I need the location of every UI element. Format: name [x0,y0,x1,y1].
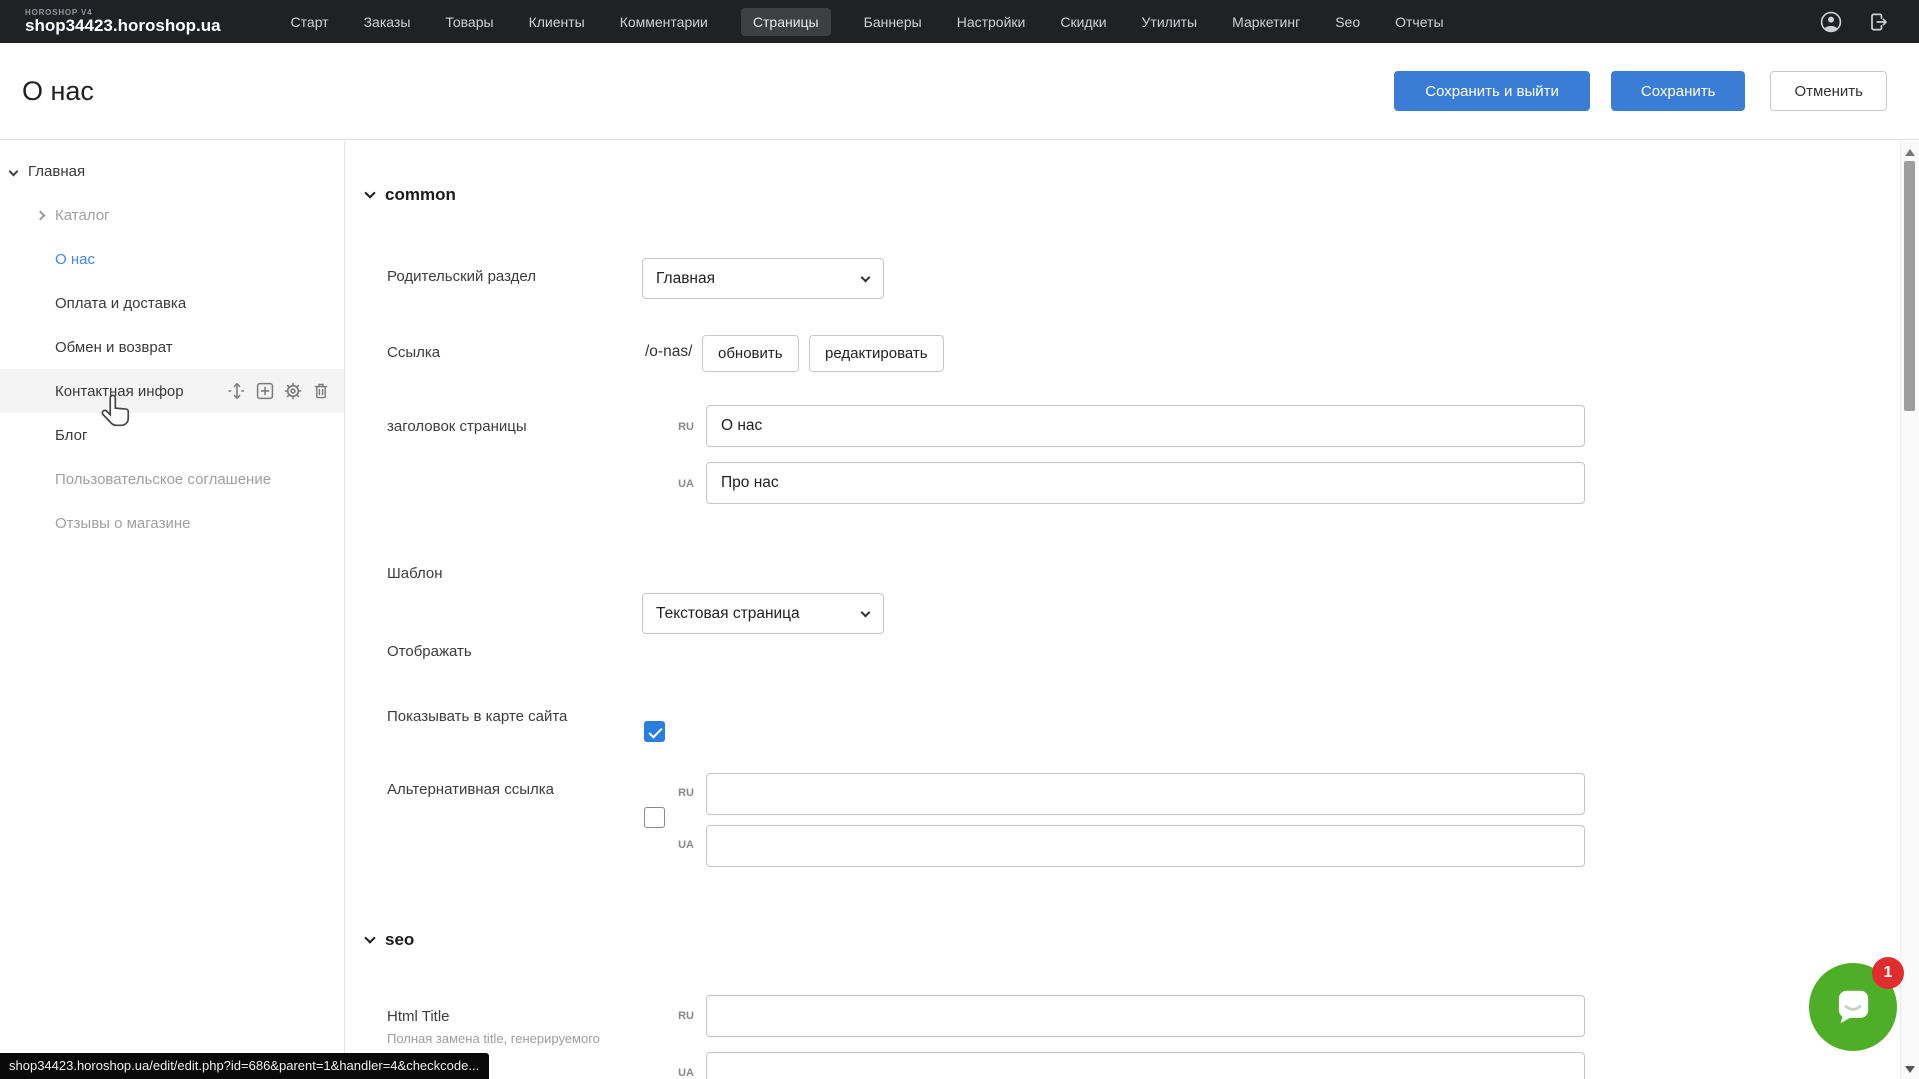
nav-item-marketing[interactable]: Маркетинг [1230,8,1302,36]
nav-item-reports[interactable]: Отчеты [1393,8,1445,36]
html-title-label: Html Title [387,1008,450,1025]
top-navbar: HOROSHOP V4 shop34423.horoshop.ua Старт … [0,0,1919,43]
chevron-down-icon [364,932,375,943]
alt-link-ua-input[interactable] [706,825,1585,867]
scroll-down-arrow-icon[interactable] [1905,1066,1915,1073]
page-title: О нас [22,76,1394,107]
tree-item-label: Контактная инфор [0,383,184,400]
nav-item-start[interactable]: Старт [289,8,331,36]
tree-item-otzyvy[interactable]: Отзывы о магазине [0,501,344,545]
page-title-ru-input[interactable] [706,405,1585,447]
nav-item-utilities[interactable]: Утилиты [1140,8,1200,36]
chevron-down-icon [861,273,871,283]
cancel-button[interactable]: Отменить [1770,71,1887,111]
tree-item-soglashenie[interactable]: Пользовательское соглашение [0,457,344,501]
link-edit-button[interactable]: редактировать [809,335,944,372]
template-select[interactable]: Текстовая страница [642,593,884,634]
nav-item-pages[interactable]: Страницы [741,8,831,36]
settings-gear-icon[interactable] [283,381,303,401]
template-label: Шаблон [387,565,443,582]
nav-item-settings[interactable]: Настройки [955,8,1028,36]
nav-item-comments[interactable]: Комментарии [618,8,710,36]
navbar-right [1819,10,1891,34]
parent-section-value: Главная [656,270,715,288]
nav-item-discounts[interactable]: Скидки [1058,8,1108,36]
html-title-hint: Полная замена title, генерируемого [387,1031,600,1046]
tree-item-obmen[interactable]: Обмен и возврат [0,325,344,369]
section-seo-title: seo [385,930,414,950]
page-title-ua-input[interactable] [706,462,1585,504]
lang-ru-chip: RU [670,787,694,799]
tree-row-actions [227,369,331,413]
section-common-title: common [385,185,456,205]
sitemap-label: Показывать в карте сайта [387,708,567,725]
tree-item-label: Оплата и доставка [0,295,186,312]
parent-section-label: Родительский раздел [387,268,536,285]
delete-trash-icon[interactable] [311,381,331,401]
logo[interactable]: HOROSHOP V4 shop34423.horoshop.ua [25,8,221,35]
tree-item-label: Блог [0,427,87,444]
tree-item-o-nas[interactable]: О нас [0,237,344,281]
logo-domain: shop34423.horoshop.ua [25,17,221,35]
move-icon[interactable] [227,381,247,401]
template-value: Текстовая страница [656,605,800,623]
html-title-ru-input[interactable] [706,995,1585,1037]
html-title-ua-input[interactable] [706,1052,1585,1079]
scroll-up-arrow-icon[interactable] [1905,149,1915,156]
tree-item-label: Отзывы о магазине [0,515,190,532]
chat-bubble-icon [1827,981,1879,1033]
section-seo-header[interactable]: seo [366,930,414,950]
vertical-scrollbar[interactable] [1900,141,1919,1079]
chat-unread-badge: 1 [1872,957,1904,989]
lang-ua-chip: UA [670,1067,694,1079]
nav-item-products[interactable]: Товары [443,8,495,36]
alt-link-ru-input[interactable] [706,773,1585,815]
parent-section-select[interactable]: Главная [642,258,884,299]
display-checkbox[interactable] [644,721,665,742]
add-page-icon[interactable] [255,381,275,401]
scrollbar-thumb[interactable] [1904,161,1915,411]
tree-item-label: Пользовательское соглашение [0,471,271,488]
save-and-exit-button[interactable]: Сохранить и выйти [1394,71,1590,111]
link-label: Ссылка [387,344,440,361]
nav-item-clients[interactable]: Клиенты [527,8,587,36]
lang-ua-chip: UA [670,839,694,851]
display-label: Отображать [387,643,472,660]
lang-ru-chip: RU [670,421,694,433]
alt-link-label: Альтернативная ссылка [387,781,554,798]
page-title-field-label: заголовок страницы [387,418,527,435]
tree-item-glavnaya[interactable]: Главная [0,149,344,193]
logout-icon[interactable] [1867,10,1891,34]
nav-item-orders[interactable]: Заказы [362,8,413,36]
page-header: О нас Сохранить и выйти Сохранить Отмени… [0,43,1919,140]
tree-item-blog[interactable]: Блог [0,413,344,457]
user-account-icon[interactable] [1819,10,1843,34]
nav-item-banners[interactable]: Баннеры [862,8,924,36]
tree-item-label-selected: О нас [0,251,95,268]
sitemap-checkbox[interactable] [644,807,665,828]
horoshop-admin-screen: HOROSHOP V4 shop34423.horoshop.ua Старт … [0,0,1919,1079]
link-refresh-button[interactable]: обновить [702,335,799,372]
link-path-value: /o-nas/ [645,343,692,361]
nav-item-seo[interactable]: Seo [1333,8,1362,36]
save-button[interactable]: Сохранить [1611,71,1746,111]
tree-item-oplata[interactable]: Оплата и доставка [0,281,344,325]
link-preview-statusbar: shop34423.horoshop.ua/edit/edit.php?id=6… [0,1053,489,1079]
pages-tree-sidebar: Главная Каталог О нас Оплата и доставка … [0,141,344,1079]
lang-ru-chip: RU [670,1010,694,1022]
page-edit-form: common Родительский раздел Главная Ссылк… [345,141,1900,1079]
main-menu: Старт Заказы Товары Клиенты Комментарии … [289,8,1819,36]
tree-item-label: Каталог [0,207,110,224]
section-common-header[interactable]: common [366,185,456,205]
tree-item-kontaktnaya[interactable]: Контактная инфор [0,369,344,413]
tree-item-label: Обмен и возврат [0,339,173,356]
chevron-down-icon [364,187,375,198]
lang-ua-chip: UA [670,478,694,490]
tree-item-katalog[interactable]: Каталог [0,193,344,237]
chevron-down-icon [861,608,871,618]
